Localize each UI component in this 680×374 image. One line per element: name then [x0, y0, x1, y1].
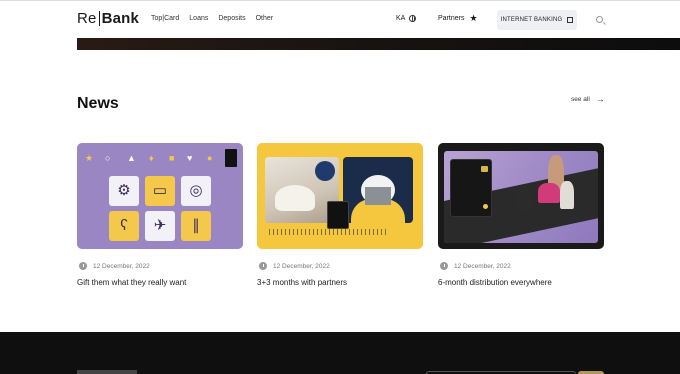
- news-card-title[interactable]: 3+3 months with partners: [257, 278, 347, 287]
- cupcake-icon: ●: [207, 153, 213, 163]
- plane-tile: ✈: [145, 211, 175, 241]
- laptop-photo: [343, 157, 413, 223]
- news-card-title[interactable]: 6-month distribution everywhere: [438, 278, 552, 287]
- bank-card-image: [327, 201, 349, 229]
- ring-tile: ◎: [181, 176, 211, 206]
- nav-item-deposits[interactable]: Deposits: [218, 15, 245, 22]
- skis-icon: ∥: [192, 217, 200, 234]
- logo-bank-text: Bank: [101, 10, 140, 27]
- globe-icon: [409, 15, 417, 22]
- card-chip-icon: [481, 166, 488, 172]
- clock-icon: [259, 262, 267, 270]
- laptop-image: [365, 187, 391, 205]
- ring-icon: ○: [105, 153, 111, 163]
- laptop-tile: ▭: [145, 176, 175, 206]
- gift-icon: ■: [169, 153, 175, 163]
- skis-tile: ∥: [181, 211, 211, 241]
- search-icon[interactable]: [596, 16, 603, 23]
- main-nav: Top|Card Loans Deposits Other: [151, 15, 273, 22]
- news-card-meta: 12 December, 2022: [79, 262, 150, 270]
- arrow-right-icon: →: [595, 94, 605, 104]
- clock-icon: [79, 262, 87, 270]
- news-card-meta: 12 December, 2022: [440, 262, 511, 270]
- news-card-meta: 12 December, 2022: [259, 262, 330, 270]
- news-heading: News: [77, 95, 119, 112]
- towels-image: [275, 185, 315, 211]
- partners-link[interactable]: Partners ★: [438, 14, 478, 23]
- news-card-partners[interactable]: 12 December, 2022 3+3 months with partne…: [257, 143, 423, 287]
- news-card-gift[interactable]: ★ ○ ▲ ♦ ■ ♥ ● ⚙ ▭ ◎ ʕ ✈ ∥ 12 December, 2…: [77, 143, 243, 287]
- purple-panel: [444, 151, 598, 243]
- mastercard-icon: [483, 204, 488, 209]
- heart-icon: ♥: [187, 153, 193, 163]
- news-card-image[interactable]: [257, 143, 423, 249]
- person-figure: [538, 183, 560, 203]
- rebank-logo[interactable]: Re Bank: [77, 10, 139, 27]
- language-selector[interactable]: KA: [396, 15, 417, 22]
- nav-item-topcard[interactable]: Top|Card: [151, 15, 179, 22]
- teddy-bear-icon: ʕ: [120, 217, 128, 234]
- internet-banking-button[interactable]: INTERNET BANKING: [497, 10, 577, 30]
- decorative-ticks: [269, 229, 389, 235]
- news-card-image[interactable]: [438, 143, 604, 249]
- logo-divider: [98, 11, 100, 26]
- clock-icon: [440, 262, 448, 270]
- logo-re-text: Re: [77, 10, 97, 27]
- star-icon: ★: [469, 13, 478, 23]
- language-label: KA: [396, 15, 406, 22]
- top-header: Re Bank Top|Card Loans Deposits Other KA…: [0, 0, 680, 38]
- see-all-label: see all: [571, 96, 590, 103]
- news-card-date: 12 December, 2022: [93, 262, 150, 270]
- news-card-date: 12 December, 2022: [454, 262, 511, 270]
- partners-label: Partners: [438, 15, 465, 22]
- news-card-distribution[interactable]: 12 December, 2022 6-month distribution e…: [438, 143, 604, 287]
- bell-icon: ♦: [149, 153, 154, 163]
- gift-icon: ⚙: [117, 182, 131, 199]
- gift-tile: ⚙: [109, 176, 139, 206]
- laptop-icon: ▭: [152, 182, 168, 199]
- external-link-icon: [567, 17, 574, 23]
- footer: [0, 332, 680, 374]
- footer-heading-partial: [77, 370, 137, 374]
- psp-logo-image: [315, 161, 335, 181]
- tree-icon: ▲: [127, 153, 136, 163]
- shopping-cart-image: [516, 187, 534, 211]
- internet-banking-label: INTERNET BANKING: [500, 17, 563, 23]
- nav-item-loans[interactable]: Loans: [189, 15, 208, 22]
- news-card-title[interactable]: Gift them what they really want: [77, 278, 186, 287]
- teddy-tile: ʕ: [109, 211, 139, 241]
- ring-icon: ◎: [189, 182, 203, 199]
- star-icon: ★: [85, 153, 94, 163]
- bank-card-image: [225, 149, 237, 167]
- news-card-date: 12 December, 2022: [273, 262, 330, 270]
- airplane-icon: ✈: [153, 217, 167, 234]
- person-figure: [560, 181, 574, 209]
- nav-item-other[interactable]: Other: [256, 15, 274, 22]
- see-all-link[interactable]: see all →: [571, 95, 605, 104]
- bank-card-image: [450, 159, 492, 217]
- news-card-image[interactable]: ★ ○ ▲ ♦ ■ ♥ ● ⚙ ▭ ◎ ʕ ✈ ∥: [77, 143, 243, 249]
- hero-banner-edge: [77, 38, 680, 50]
